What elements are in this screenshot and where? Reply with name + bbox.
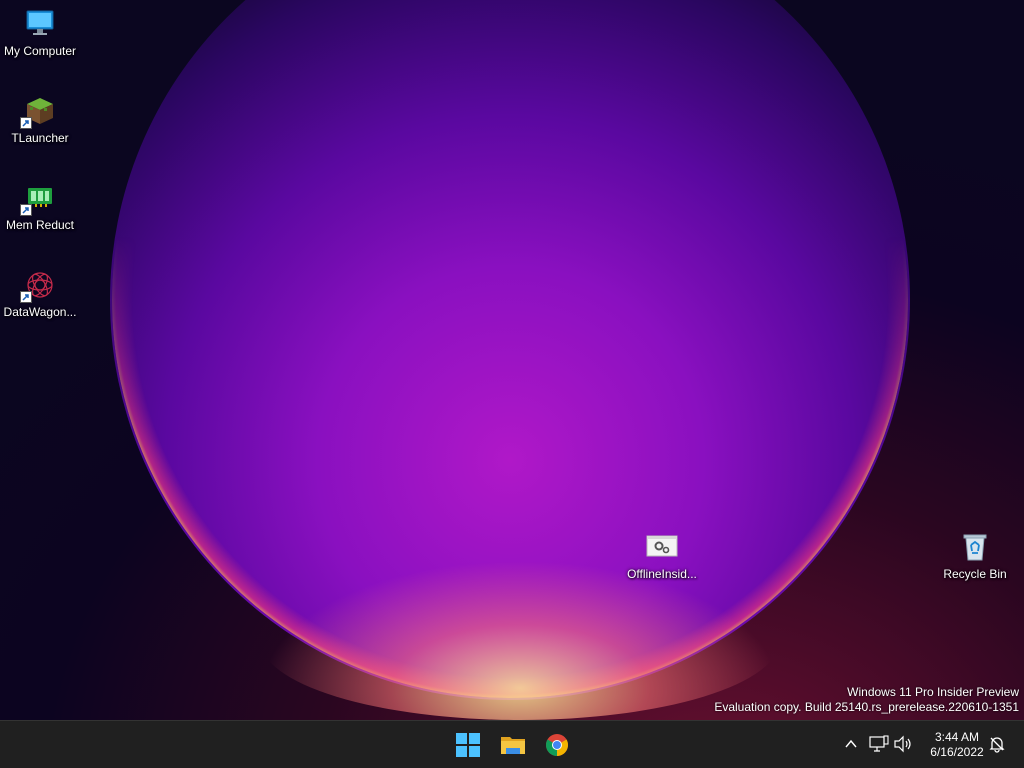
- watermark-edition: Windows 11 Pro Insider Preview: [847, 685, 1019, 699]
- file-explorer-button[interactable]: [493, 725, 533, 765]
- evaluation-watermark: Windows 11 Pro Insider Preview Evaluatio…: [714, 685, 1019, 715]
- taskbar-clock[interactable]: 3:44 AM 6/16/2022: [922, 730, 992, 760]
- desktop-icon-my-computer[interactable]: My Computer: [0, 8, 80, 58]
- file-explorer-icon: [501, 737, 525, 754]
- windows-start-icon: [456, 733, 480, 757]
- network-button[interactable]: [868, 733, 890, 755]
- clock-date: 6/16/2022: [930, 745, 984, 759]
- desktop-icon-label: Recycle Bin: [943, 567, 1007, 581]
- taskbar: 3:44 AM 6/16/2022: [0, 720, 1024, 768]
- desktop-icon-label: OfflineInsid...: [627, 567, 697, 581]
- shortcut-arrow-icon: [20, 117, 32, 129]
- batch-file-icon: [646, 531, 678, 563]
- notifications-button[interactable]: [986, 733, 1008, 755]
- notification-bell-icon: [989, 737, 1005, 753]
- desktop-icon-label: DataWagon...: [3, 305, 77, 319]
- chevron-up-icon: [845, 739, 857, 748]
- computer-icon: [24, 8, 56, 40]
- desktop-icon-label: TLauncher: [11, 131, 69, 145]
- desktop-icon-recycle-bin[interactable]: Recycle Bin: [935, 531, 1015, 581]
- tlauncher-icon: [20, 95, 56, 129]
- wallpaper-orb-glow: [260, 560, 780, 720]
- desktop-wallpaper: [0, 0, 1024, 720]
- chrome-icon: [546, 734, 568, 756]
- desktop-icon-offlineinsider[interactable]: OfflineInsid...: [622, 531, 702, 581]
- mem-reduct-icon: [20, 182, 56, 216]
- clock-time: 3:44 AM: [934, 730, 980, 744]
- volume-button[interactable]: [892, 733, 914, 755]
- speaker-icon: [894, 735, 911, 753]
- desktop-icon-mem-reduct[interactable]: Mem Reduct: [0, 182, 80, 232]
- show-hidden-icons-button[interactable]: [840, 733, 862, 755]
- watermark-build: Evaluation copy. Build 25140.rs_prerelea…: [714, 700, 1019, 714]
- shortcut-arrow-icon: [20, 204, 32, 216]
- chrome-button[interactable]: [537, 725, 577, 765]
- recycle-bin-icon: [959, 531, 991, 563]
- network-icon: [869, 735, 889, 752]
- datawagon-icon: [20, 269, 56, 303]
- desktop-icon-datawagon[interactable]: DataWagon...: [0, 269, 80, 319]
- start-button[interactable]: [448, 725, 488, 765]
- desktop-icon-label: Mem Reduct: [5, 218, 75, 232]
- desktop-icon-label: My Computer: [3, 44, 77, 58]
- desktop-icon-tlauncher[interactable]: TLauncher: [0, 95, 80, 145]
- shortcut-arrow-icon: [20, 291, 32, 303]
